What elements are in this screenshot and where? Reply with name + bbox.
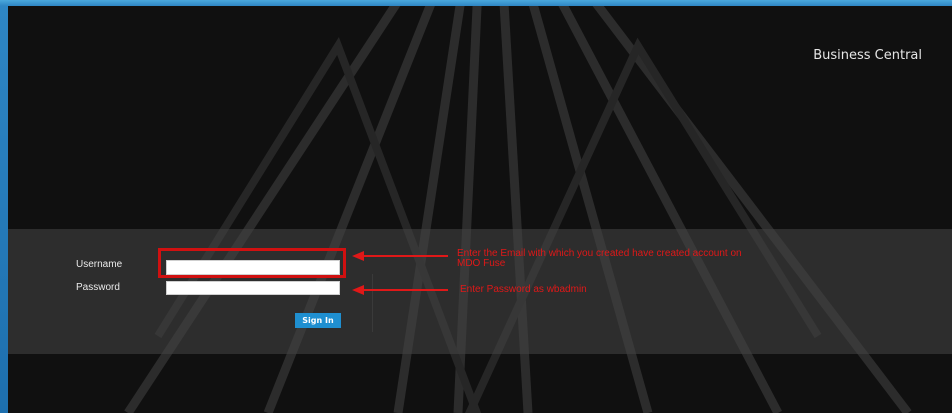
password-label: Password <box>76 282 120 293</box>
sign-in-button[interactable]: Sign In <box>295 313 341 328</box>
password-input[interactable] <box>166 281 340 295</box>
brand-title: Business Central <box>813 48 922 63</box>
username-label: Username <box>76 259 123 270</box>
username-annotation: Enter the Email with which you created h… <box>457 248 742 269</box>
panel-divider <box>372 274 373 332</box>
login-screen: Business Central Username Password Sign … <box>8 6 952 413</box>
password-annotation: Enter Password as wbadmin <box>460 284 587 295</box>
username-highlight-box <box>158 248 346 278</box>
window-frame: Business Central Username Password Sign … <box>0 0 952 413</box>
